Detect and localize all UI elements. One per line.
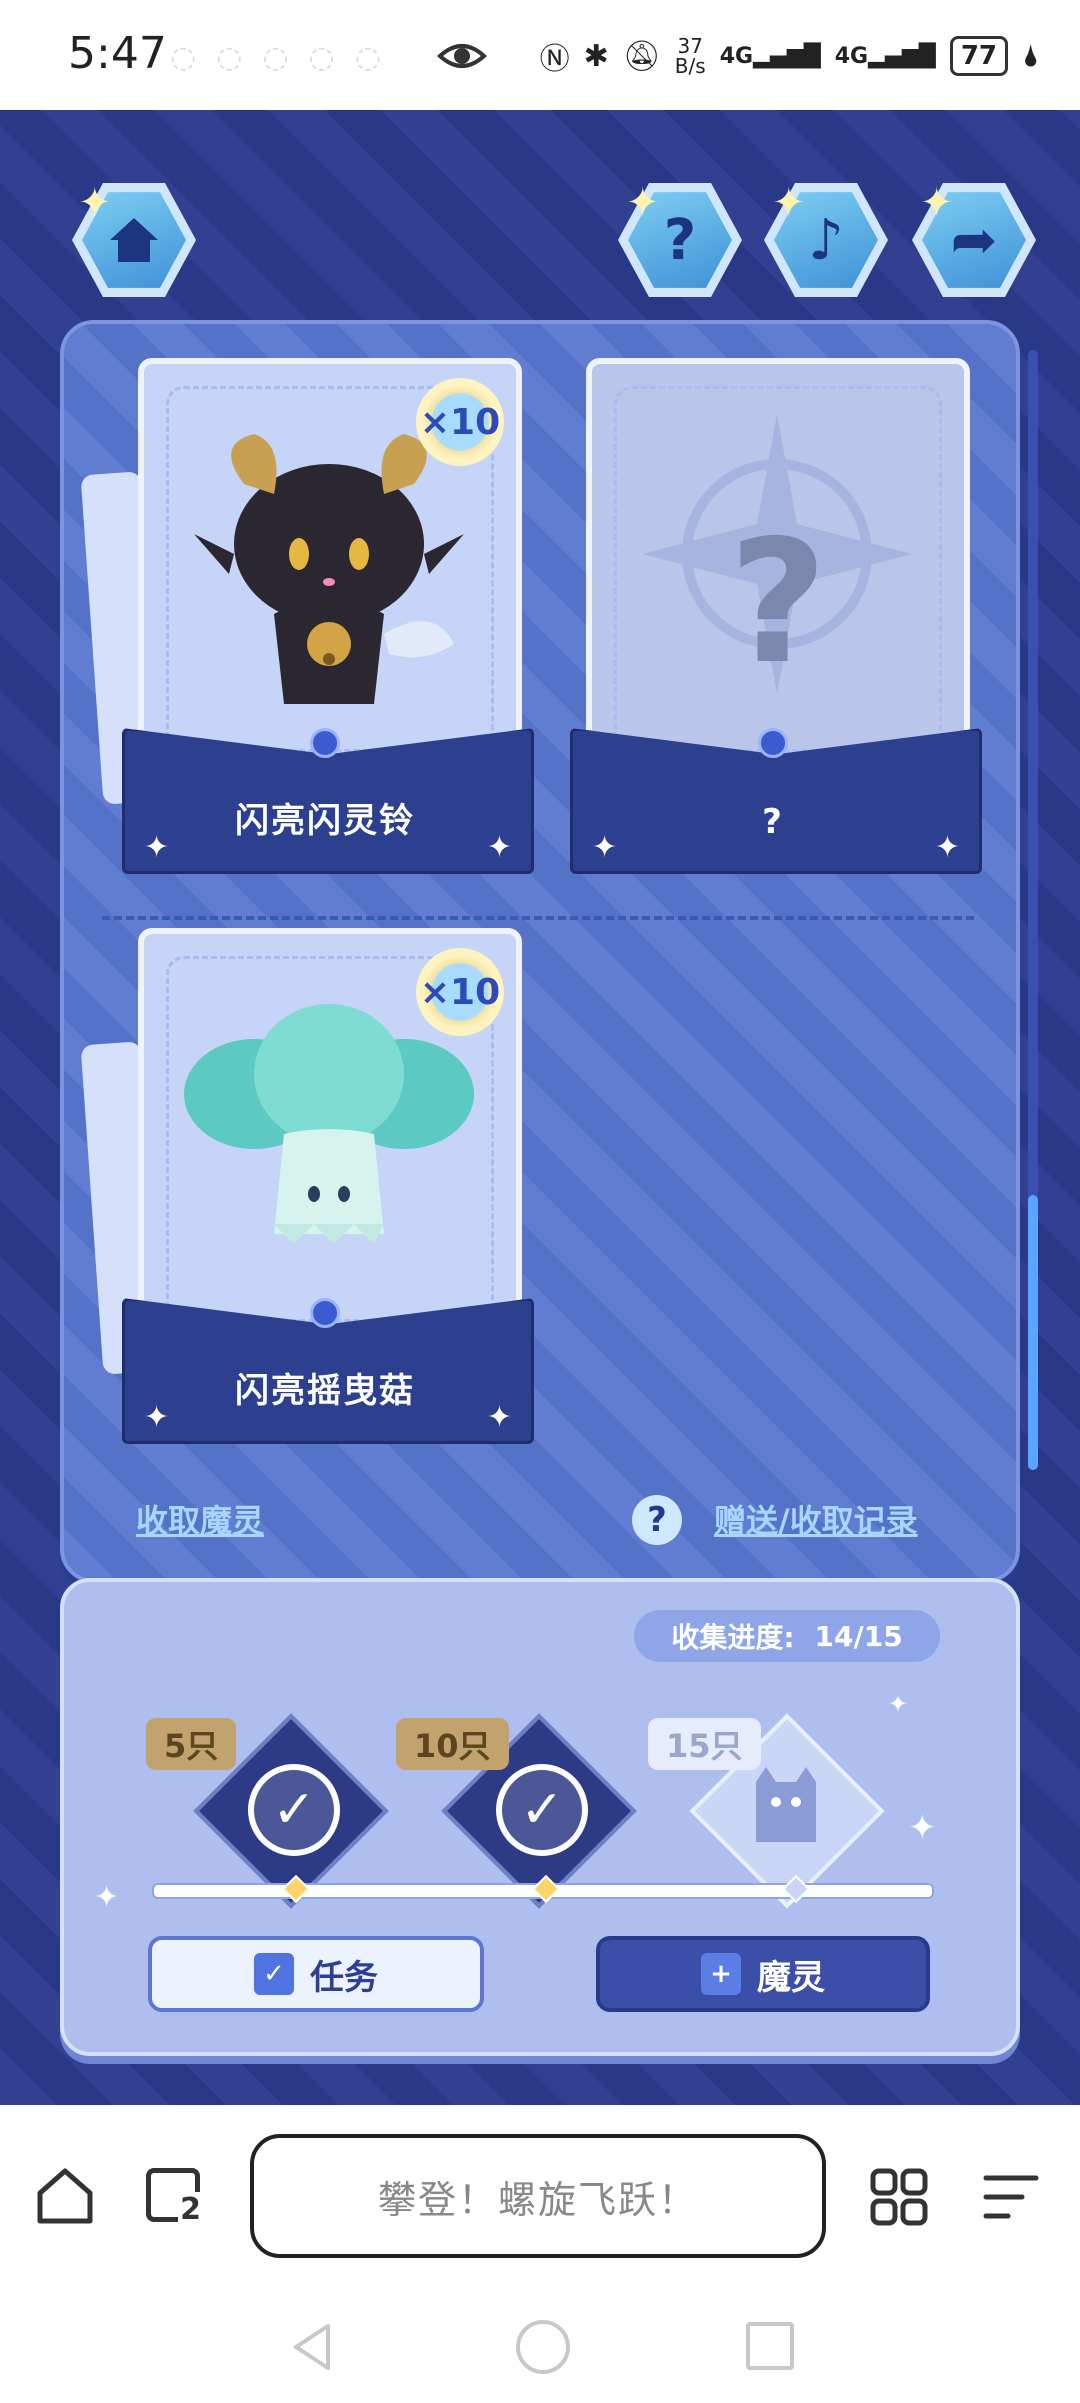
card-name: 闪亮摇曳菇 xyxy=(235,1371,415,1411)
apps-grid-icon[interactable] xyxy=(870,2168,928,2226)
progress-label: 收集进度: xyxy=(671,1621,795,1654)
tab-count: 2 xyxy=(178,2192,203,2227)
question-mark-placeholder: ? xyxy=(728,504,828,702)
task-button[interactable]: ✓ 任务 xyxy=(148,1936,484,2012)
leaf-icon: 🌢︎ xyxy=(1022,38,1040,74)
card-face: ? xyxy=(586,358,970,780)
sparkle-decoration: ✦ xyxy=(626,180,660,226)
signal-1: 4G▂▄▆█ xyxy=(719,43,821,69)
card-name: ? xyxy=(762,802,784,842)
milestone-tag: 10只 xyxy=(396,1718,509,1770)
task-document-icon: ✓ xyxy=(254,1953,294,1995)
address-bar[interactable]: 攀登！螺旋飞跃！ xyxy=(250,2134,826,2258)
progress-value: 14/15 xyxy=(814,1619,903,1653)
folder-plus-icon: + xyxy=(701,1953,741,1995)
bluetooth-icon: ✱ xyxy=(583,38,609,74)
help-icon[interactable]: ? xyxy=(632,1495,682,1545)
cat-cushion-reward-icon xyxy=(756,1767,816,1842)
sparkle-decoration: ✦ xyxy=(888,1690,909,1718)
collection-progress: 收集进度: 14/15 xyxy=(634,1610,940,1662)
count-badge: ×10 xyxy=(416,378,504,466)
status-time: 5:47 xyxy=(68,28,167,79)
spirit-button-label: 魔灵 xyxy=(757,1957,825,1998)
status-bar: 5:47 ◌◌◌◌◌ Ⓝ ✱ 🔕︎ 37 B/s 4G▂▄▆█ 4G▂▄▆█ 77… xyxy=(0,0,1080,110)
card-name: 闪亮闪灵铃 xyxy=(235,801,415,841)
checkmark-icon: ✓ xyxy=(496,1764,588,1856)
net-speed: 37 B/s xyxy=(674,34,706,78)
panel-divider xyxy=(102,916,974,920)
battery-indicator: 77 xyxy=(949,36,1008,76)
milestone-tag: 15只 xyxy=(648,1718,761,1770)
spirit-button[interactable]: + 魔灵 xyxy=(596,1936,930,2012)
card-face: ×10 xyxy=(138,358,522,780)
sparkle-decoration: ✦ xyxy=(94,1880,120,1915)
eye-icon xyxy=(437,44,487,68)
tabs-button[interactable]: 2 xyxy=(146,2168,203,2227)
task-button-label: 任务 xyxy=(310,1957,378,1998)
system-indicators: Ⓝ ✱ 🔕︎ 37 B/s 4G▂▄▆█ 4G▂▄▆█ 77 🌢︎ xyxy=(540,30,1040,82)
panel-scrollbar-thumb[interactable] xyxy=(1028,1195,1038,1470)
checkmark-icon: ✓ xyxy=(248,1764,340,1856)
signal-2: 4G▂▄▆█ xyxy=(834,43,936,69)
spirit-card-bell[interactable]: ×10 ✦ ✦ 闪亮闪灵铃 xyxy=(80,358,534,878)
back-icon[interactable] xyxy=(290,2322,334,2372)
spirit-card-mushroom[interactable]: ×10 ✦ ✦ 闪亮摇曳菇 xyxy=(80,928,534,1448)
nfc-icon: Ⓝ xyxy=(539,42,570,77)
gift-history-link[interactable]: 赠送/收取记录 xyxy=(714,1496,918,1542)
notification-icons: ◌◌◌◌◌ xyxy=(170,40,401,75)
spirit-card-unknown[interactable]: ? ✦ ✦ ? xyxy=(570,358,982,878)
card-face: ×10 xyxy=(138,928,522,1350)
sparkle-decoration: ✦ xyxy=(772,180,806,226)
menu-icon[interactable] xyxy=(982,2170,1040,2224)
recent-apps-icon[interactable] xyxy=(746,2322,794,2370)
sparkle-decoration: ✦ xyxy=(78,180,112,226)
sparkle-decoration: ✦ xyxy=(908,1808,937,1848)
home-circle-icon[interactable] xyxy=(516,2320,570,2374)
browser-home-icon[interactable] xyxy=(34,2165,96,2227)
milestone-tag: 5只 xyxy=(146,1718,237,1770)
home-icon xyxy=(110,218,158,262)
count-badge: ×10 xyxy=(416,948,504,1036)
mute-bell-icon: 🔕︎ xyxy=(622,38,661,74)
claim-spirit-link[interactable]: 收取魔灵 xyxy=(136,1496,264,1542)
sparkle-decoration: ✦ xyxy=(920,180,954,226)
